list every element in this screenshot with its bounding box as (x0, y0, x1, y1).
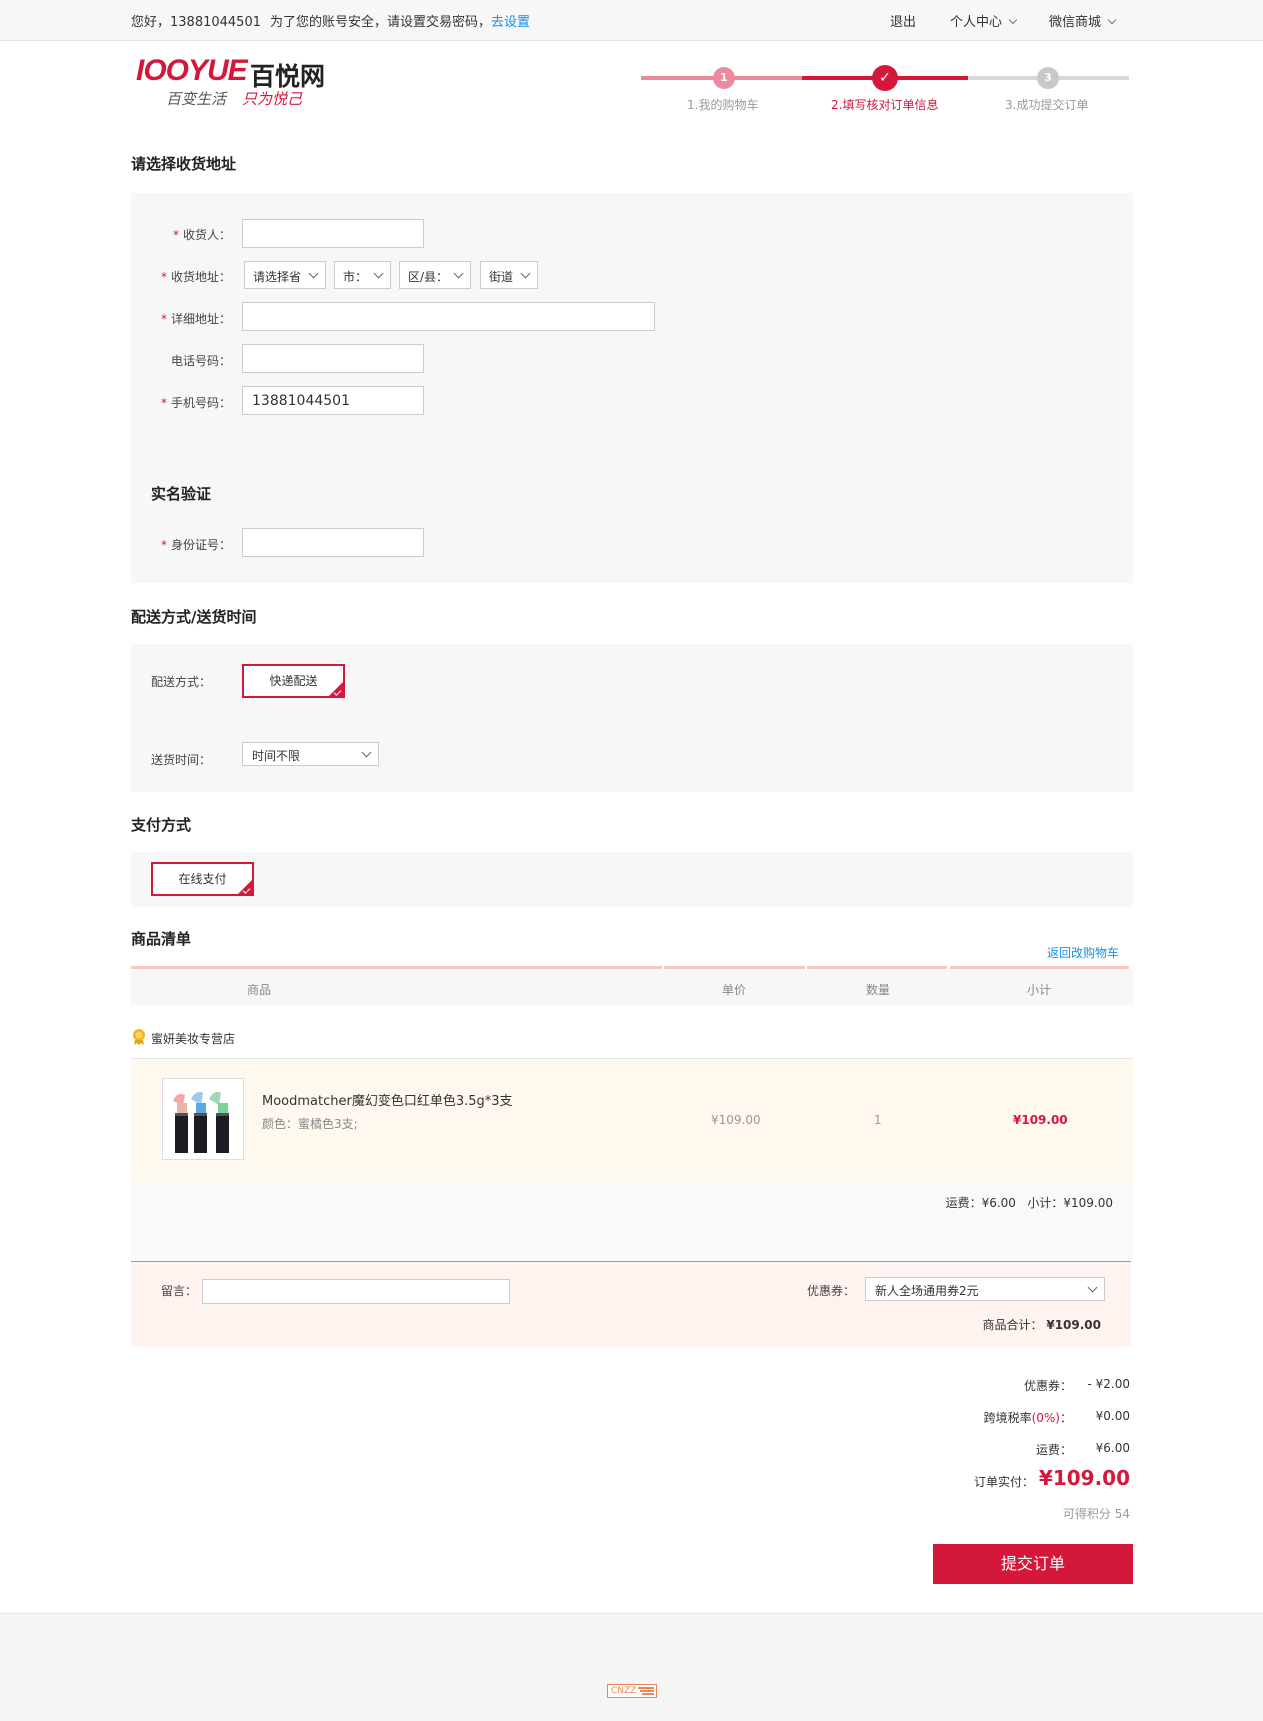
mobile-input[interactable]: 13881044501 (242, 386, 424, 415)
col-header-qty: 数量 (866, 983, 891, 997)
step-1-circle: 1 (713, 67, 735, 89)
product-subtotal: ¥109.00 (1013, 1113, 1068, 1127)
chevron-down-icon (1087, 1282, 1098, 1293)
product-spec: 颜色：蜜橘色3支; (262, 1117, 358, 1131)
stats-icon (638, 1687, 654, 1695)
chevron-down-icon (1107, 15, 1117, 25)
logout-link[interactable]: 退出 (890, 11, 916, 30)
back-to-cart-link[interactable]: 返回改购物车 (1047, 944, 1119, 961)
phone-label: 电话号码： (170, 354, 231, 368)
step-1-label: 1.我的购物车 (687, 98, 759, 112)
step-2-label: 2.填写核对订单信息 (831, 98, 939, 112)
delivery-panel: 配送方式： 快递配送 送货时间： 时间不限 (131, 644, 1133, 792)
delivery-time-label: 送货时间： (151, 753, 212, 767)
col-header-subtotal: 小计 (1027, 983, 1052, 997)
step-3-label: 3.成功提交订单 (1005, 98, 1089, 112)
summary-coupon-label: 优惠券： (1023, 1379, 1072, 1393)
order-progress: 1 ✓ 3 1.我的购物车 2.填写核对订单信息 3.成功提交订单 (641, 65, 1129, 126)
personal-center-label: 个人中心 (950, 15, 1003, 30)
address-panel: * 收货人： * 收货地址： 请选择省 市： 区/县： 街道 * 详细地址： 电话号码… (131, 193, 1133, 583)
site-logo[interactable]: IOOYUE 百悦网 百变生活 只为悦己 (136, 54, 356, 114)
id-number-label: * 身份证号： (160, 538, 231, 552)
delivery-title: 配送方式/送货时间 (131, 608, 257, 626)
province-select[interactable]: 请选择省 (244, 261, 326, 289)
detail-address-label: * 详细地址： (160, 312, 231, 326)
goods-table-header: 商品 单价 数量 小计 (131, 969, 1133, 1005)
shop-medal-icon (131, 1028, 147, 1046)
summary-pay-value: ¥109.00 (1038, 1466, 1130, 1490)
coupon-label: 优惠券： (807, 1284, 856, 1298)
receiver-label: * 收货人： (172, 228, 231, 242)
cnzz-badge[interactable]: CNZZ (607, 1684, 657, 1698)
payment-title: 支付方式 (131, 816, 192, 834)
summary-ship-value: ¥6.00 (1095, 1441, 1130, 1455)
city-select[interactable]: 市： (334, 261, 391, 289)
address-title: 请选择收货地址 (131, 155, 237, 173)
mobile-label: * 手机号码： (160, 396, 231, 410)
product-image[interactable] (162, 1078, 244, 1160)
chevron-down-icon (520, 268, 531, 279)
payment-panel: 在线支付 (131, 852, 1133, 907)
personal-center-menu[interactable]: 个人中心 (950, 11, 1018, 30)
col-header-price: 单价 (722, 983, 747, 997)
street-select[interactable]: 街道 (480, 261, 538, 289)
summary-tax-value: ¥0.00 (1095, 1409, 1130, 1423)
order-summary: 优惠券： - ¥2.00 跨境税率(0%)： ¥0.00 运费： ¥6.00 订… (830, 1375, 1130, 1535)
shipping-summary-row: 运费：¥6.00 小计：¥109.00 (131, 1181, 1133, 1261)
coupon-select[interactable]: 新人全场通用券2元 (865, 1277, 1105, 1301)
goods-title: 商品清单 (131, 930, 192, 948)
express-delivery-option[interactable]: 快递配送 (242, 664, 345, 698)
step-2-check-icon: ✓ (872, 65, 898, 91)
district-select[interactable]: 区/县： (399, 261, 471, 289)
chevron-down-icon (308, 268, 319, 279)
logo-slogan-2: 只为悦己 (242, 90, 303, 108)
wechat-mall-menu[interactable]: 微信商城 (1049, 11, 1117, 30)
product-name[interactable]: Moodmatcher魔幻变色口红单色3.5g*3支 (262, 1090, 513, 1109)
submit-order-button[interactable]: 提交订单 (933, 1544, 1133, 1584)
lipstick-image-icon (173, 1091, 229, 1153)
product-qty: 1 (874, 1113, 882, 1127)
col-header-product: 商品 (247, 983, 272, 997)
remark-input[interactable] (202, 1279, 510, 1304)
summary-tax-label: 跨境税率(0%)： (983, 1411, 1072, 1425)
verify-title: 实名验证 (151, 485, 212, 503)
id-number-input[interactable] (242, 528, 424, 557)
shop-name[interactable]: 蜜妍美妆专营店 (151, 1030, 235, 1047)
summary-coupon-value: - ¥2.00 (1087, 1377, 1131, 1391)
shipping-summary: 运费：¥6.00 小计：¥109.00 (945, 1196, 1113, 1210)
summary-ship-label: 运费： (1035, 1443, 1072, 1457)
delivery-method-label: 配送方式： (151, 675, 212, 689)
phone-input[interactable] (242, 344, 424, 373)
chevron-down-icon (361, 747, 372, 758)
goods-total: 商品合计： ¥109.00 (982, 1318, 1102, 1332)
security-notice: 为了您的账号安全，请设置交易密码，去设置 (270, 11, 530, 30)
cnzz-badge-text: CNZZ (611, 1686, 637, 1696)
footer: CNZZ (0, 1613, 1263, 1721)
summary-pay-label: 订单实付： (973, 1475, 1034, 1489)
delivery-time-select[interactable]: 时间不限 (242, 742, 379, 766)
chevron-down-icon (1008, 15, 1018, 25)
product-price: ¥109.00 (711, 1113, 761, 1127)
logo-slogan-1: 百变生活 (166, 90, 227, 108)
product-row: Moodmatcher魔幻变色口红单色3.5g*3支 颜色：蜜橘色3支; ¥10… (131, 1059, 1133, 1181)
points-text: 可得积分 54 (1062, 1507, 1130, 1521)
greeting-text: 您好，13881044501 (131, 15, 261, 30)
step-3-circle: 3 (1037, 67, 1059, 89)
online-payment-option[interactable]: 在线支付 (151, 862, 254, 896)
chevron-down-icon (373, 268, 384, 279)
detail-address-input[interactable] (242, 302, 655, 331)
chevron-down-icon (453, 268, 464, 279)
top-bar: 您好，13881044501 为了您的账号安全，请设置交易密码，去设置 退出 个… (0, 0, 1263, 41)
wechat-mall-label: 微信商城 (1049, 15, 1102, 30)
receiver-input[interactable] (242, 219, 424, 248)
region-label: * 收货地址： (160, 270, 231, 284)
set-password-link[interactable]: 去设置 (491, 15, 530, 30)
order-remark-panel: 留言： 优惠券： 新人全场通用券2元 商品合计： ¥109.00 (131, 1262, 1131, 1347)
logo-brand: IOOYUE (136, 54, 248, 87)
remark-label: 留言： (161, 1284, 198, 1298)
security-text: 为了您的账号安全，请设置交易密码， (270, 15, 492, 30)
